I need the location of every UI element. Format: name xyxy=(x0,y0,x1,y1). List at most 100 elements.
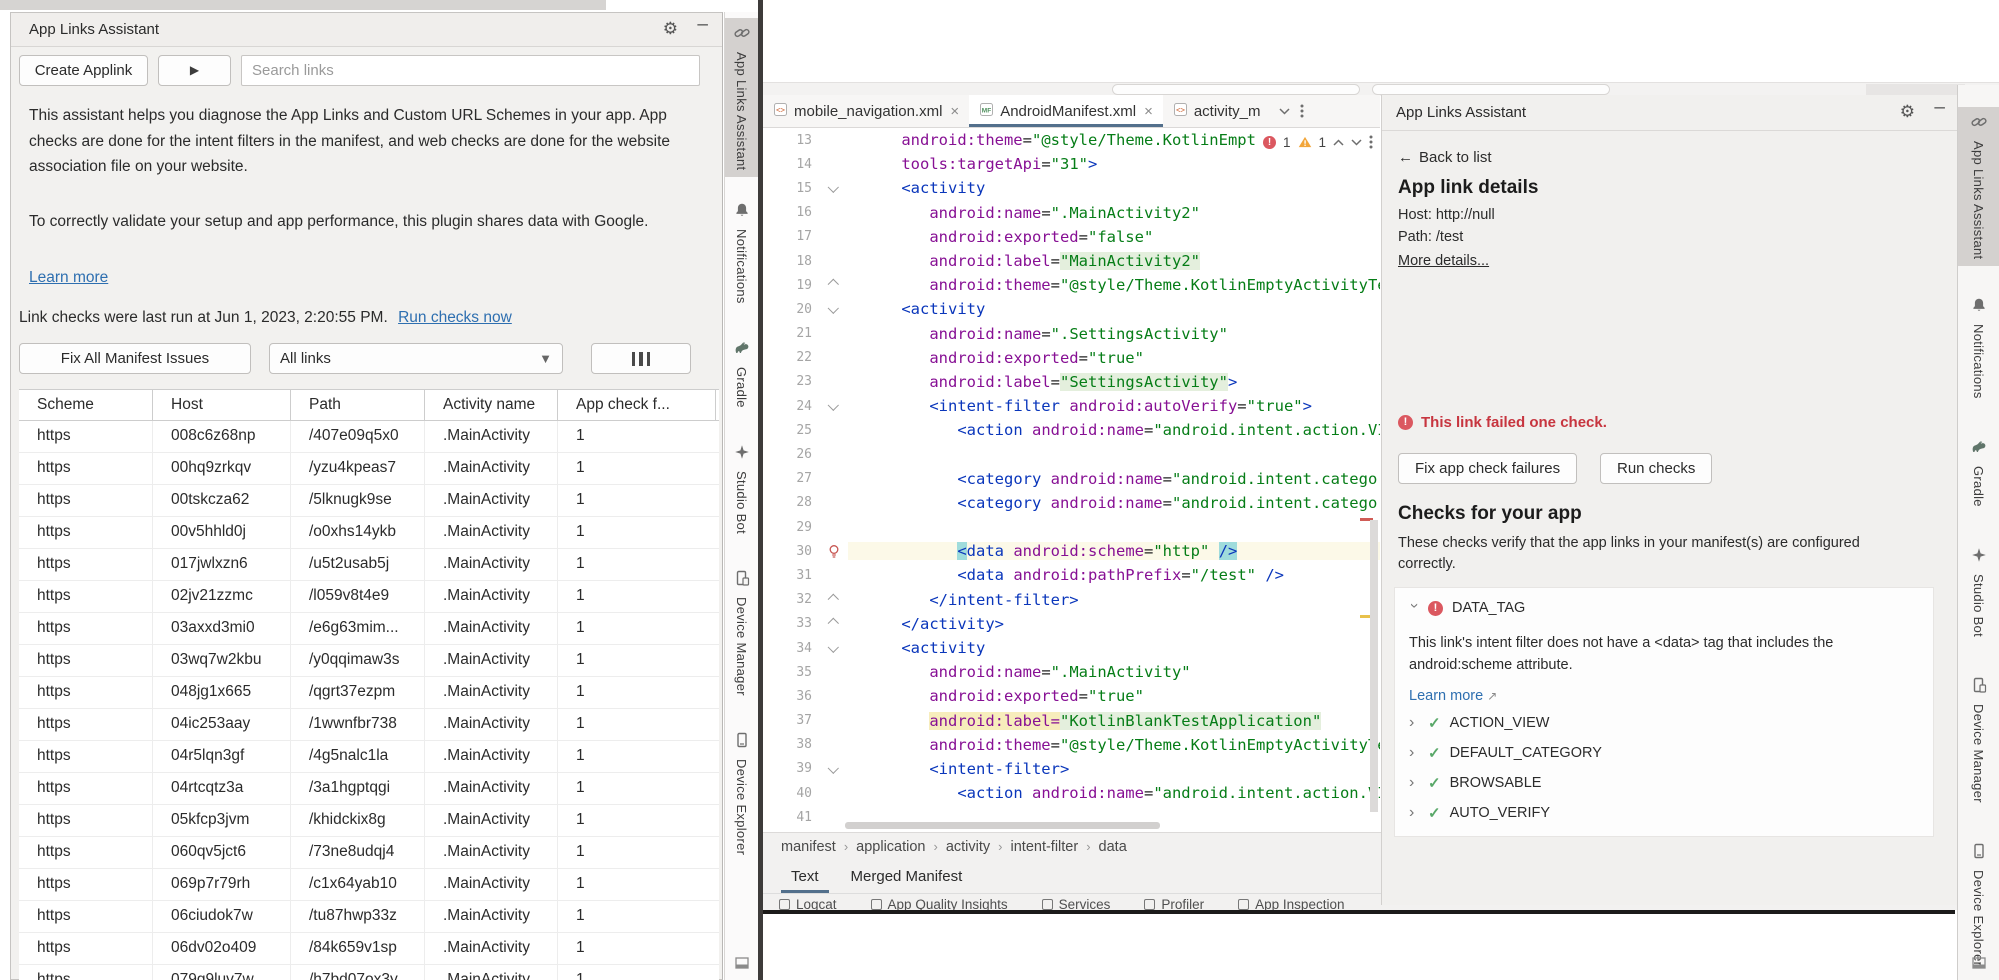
minimize-icon[interactable]: – xyxy=(697,15,708,35)
code-line-16[interactable]: 16 android:name=".MainActivity2" xyxy=(763,201,1380,225)
bottom-tool-profiler[interactable]: Profiler xyxy=(1144,894,1204,910)
view-tab-text[interactable]: Text xyxy=(777,860,833,893)
column-header[interactable]: Path xyxy=(291,390,425,420)
column-header[interactable]: Host xyxy=(153,390,291,420)
code-line-38[interactable]: 38 android:theme="@style/Theme.KotlinEmp… xyxy=(763,733,1380,757)
table-row[interactable]: https00v5hhld0j/o0xhs14ykb.MainActivity1 xyxy=(19,517,719,549)
more-tabs-icon[interactable] xyxy=(1300,103,1304,119)
fix-app-check-failures-button[interactable]: Fix app check failures xyxy=(1398,453,1577,484)
code-line-29[interactable]: 29 xyxy=(763,515,1380,539)
fix-all-manifest-issues-button[interactable]: Fix All Manifest Issues xyxy=(19,343,251,374)
fold-open-icon[interactable] xyxy=(828,400,839,411)
check-learn-more-link[interactable]: Learn more ↗ xyxy=(1395,676,1933,708)
breadcrumb-item-application[interactable]: application xyxy=(856,839,925,855)
view-tab-merged-manifest[interactable]: Merged Manifest xyxy=(837,860,977,893)
breadcrumb-item-activity[interactable]: activity xyxy=(946,839,990,855)
code-line-37[interactable]: 37 android:label="KotlinBlankTestApplica… xyxy=(763,709,1380,733)
code-line-33[interactable]: 33 </activity> xyxy=(763,612,1380,636)
search-links-input[interactable] xyxy=(241,55,700,86)
learn-more-link[interactable]: Learn more xyxy=(29,265,108,291)
passed-check-action_view[interactable]: ›✓ACTION_VIEW xyxy=(1395,708,1933,738)
table-row[interactable]: https03wq7w2kbu/y0qqimaw3s.MainActivity1 xyxy=(19,645,719,677)
run-checks-button[interactable]: Run checks xyxy=(1600,453,1712,484)
table-row[interactable]: https048jg1x665/qgrt37ezpm.MainActivity1 xyxy=(19,677,719,709)
run-play-button[interactable]: ▶ xyxy=(158,55,231,86)
fold-marker[interactable] xyxy=(820,402,848,410)
breadcrumb-item-data[interactable]: data xyxy=(1099,839,1127,855)
table-row[interactable]: https03axxd3mi0/e6g63mim....MainActivity… xyxy=(19,613,719,645)
tool-tab-notifications[interactable]: Notifications xyxy=(725,195,758,311)
table-row[interactable]: https00tskcza62/5lknugk9se.MainActivity1 xyxy=(19,485,719,517)
horizontal-scrollbar-thumb[interactable] xyxy=(845,822,1160,829)
code-line-18[interactable]: 18 android:label="MainActivity2" xyxy=(763,249,1380,273)
close-icon[interactable]: × xyxy=(1144,103,1153,120)
table-row[interactable]: https04ic253aay/1wwnfbr738.MainActivity1 xyxy=(19,709,719,741)
prev-issue-icon[interactable] xyxy=(1333,139,1344,146)
fold-marker[interactable] xyxy=(820,281,848,289)
tool-tab-gradle[interactable]: Gradle xyxy=(1958,432,1999,514)
fold-marker[interactable] xyxy=(820,184,848,192)
table-row[interactable]: https069p7r79rh/c1x64yab10.MainActivity1 xyxy=(19,869,719,901)
back-to-list-link[interactable]: ←Back to list xyxy=(1398,149,1492,166)
bottom-tool-services[interactable]: Services xyxy=(1042,894,1111,910)
table-row[interactable]: https04rtcqtz3a/3a1hgptqgi.MainActivity1 xyxy=(19,773,719,805)
breadcrumb-item-manifest[interactable]: manifest xyxy=(781,839,836,855)
more-details-link[interactable]: More details... xyxy=(1398,253,1489,269)
tool-tab-device-manager[interactable]: Device Manager xyxy=(1958,670,1999,810)
code-line-30[interactable]: 30 <data android:scheme="http" /> xyxy=(763,539,1380,563)
chevron-down-icon[interactable] xyxy=(1279,108,1290,115)
code-line-14[interactable]: 14 tools:targetApi="31"> xyxy=(763,152,1380,176)
table-row[interactable]: https060qv5jct6/73ne8udqj4.MainActivity1 xyxy=(19,837,719,869)
run-checks-now-link[interactable]: Run checks now xyxy=(398,309,512,326)
code-line-17[interactable]: 17 android:exported="false" xyxy=(763,225,1380,249)
code-line-19[interactable]: 19 android:theme="@style/Theme.KotlinEmp… xyxy=(763,273,1380,297)
code-line-28[interactable]: 28 <category android:name="android.inten… xyxy=(763,491,1380,515)
tool-tab-app-links-assistant[interactable]: App Links Assistant xyxy=(725,18,758,177)
fold-close-icon[interactable] xyxy=(828,593,839,604)
tool-tab-gradle[interactable]: Gradle xyxy=(725,333,758,415)
tool-tab-notifications[interactable]: Notifications xyxy=(1958,290,1999,406)
column-header[interactable]: Activity name xyxy=(425,390,558,420)
breadcrumb-item-intent-filter[interactable]: intent-filter xyxy=(1011,839,1079,855)
tool-tab-app-links-assistant[interactable]: App Links Assistant xyxy=(1958,107,1999,266)
fold-open-icon[interactable] xyxy=(828,182,839,193)
tool-tab-device-explorer[interactable]: Device Explorer xyxy=(1958,836,1999,973)
fold-close-icon[interactable] xyxy=(828,617,839,628)
code-line-22[interactable]: 22 android:exported="true" xyxy=(763,346,1380,370)
passed-check-browsable[interactable]: ›✓BROWSABLE xyxy=(1395,768,1933,798)
code-line-40[interactable]: 40 <action android:name="android.intent.… xyxy=(763,781,1380,805)
fold-open-icon[interactable] xyxy=(828,763,839,774)
editor-tab-mobile_navigation-xml[interactable]: <>mobile_navigation.xml× xyxy=(763,95,969,127)
table-row[interactable]: https06dv02o409/84k659v1sp.MainActivity1 xyxy=(19,933,719,965)
gear-icon[interactable]: ⚙ xyxy=(1900,102,1915,122)
code-line-39[interactable]: 39 <intent-filter> xyxy=(763,757,1380,781)
table-row[interactable]: https02jv21zzmc/l059v8t4e9.MainActivity1 xyxy=(19,581,719,613)
tool-tab-device-manager[interactable]: Device Manager xyxy=(725,563,758,703)
editor-tab-AndroidManifest-xml[interactable]: MFAndroidManifest.xml× xyxy=(969,95,1163,127)
code-line-25[interactable]: 25 <action android:name="android.intent.… xyxy=(763,418,1380,442)
table-row[interactable]: https079g9luv7w/h7bd07ox3y.MainActivity1 xyxy=(19,965,719,980)
code-line-21[interactable]: 21 android:name=".SettingsActivity" xyxy=(763,322,1380,346)
minimize-icon[interactable]: – xyxy=(1934,98,1945,118)
tool-tab-device-explorer[interactable]: Device Explorer xyxy=(725,725,758,862)
code-line-23[interactable]: 23 android:label="SettingsActivity"> xyxy=(763,370,1380,394)
failed-check-row[interactable]: › ! DATA_TAG xyxy=(1395,588,1933,622)
fold-marker[interactable] xyxy=(820,620,848,628)
fold-open-icon[interactable] xyxy=(828,303,839,314)
passed-check-auto_verify[interactable]: ›✓AUTO_VERIFY xyxy=(1395,798,1933,828)
table-row[interactable]: https008c6z68np/407e09q5x0.MainActivity1 xyxy=(19,421,719,453)
dock-icon[interactable] xyxy=(734,955,750,976)
bottom-tool-logcat[interactable]: Logcat xyxy=(779,894,837,910)
code-line-20[interactable]: 20 <activity xyxy=(763,297,1380,321)
code-line-31[interactable]: 31 <data android:pathPrefix="/test" /> xyxy=(763,563,1380,587)
code-line-36[interactable]: 36 android:exported="true" xyxy=(763,684,1380,708)
table-row[interactable]: https04r5lqn3gf/4g5nalc1la.MainActivity1 xyxy=(19,741,719,773)
code-line-32[interactable]: 32 </intent-filter> xyxy=(763,588,1380,612)
quickfix-bulb-icon[interactable] xyxy=(820,544,848,559)
code-line-24[interactable]: 24 <intent-filter android:autoVerify="tr… xyxy=(763,394,1380,418)
gear-icon[interactable]: ⚙ xyxy=(663,19,678,39)
links-filter-dropdown[interactable]: All links ▼ xyxy=(269,343,563,374)
bottom-tool-app-inspection[interactable]: App Inspection xyxy=(1238,894,1344,910)
fold-marker[interactable] xyxy=(820,596,848,604)
editor-tab-activity_m[interactable]: <>activity_m xyxy=(1163,95,1271,127)
